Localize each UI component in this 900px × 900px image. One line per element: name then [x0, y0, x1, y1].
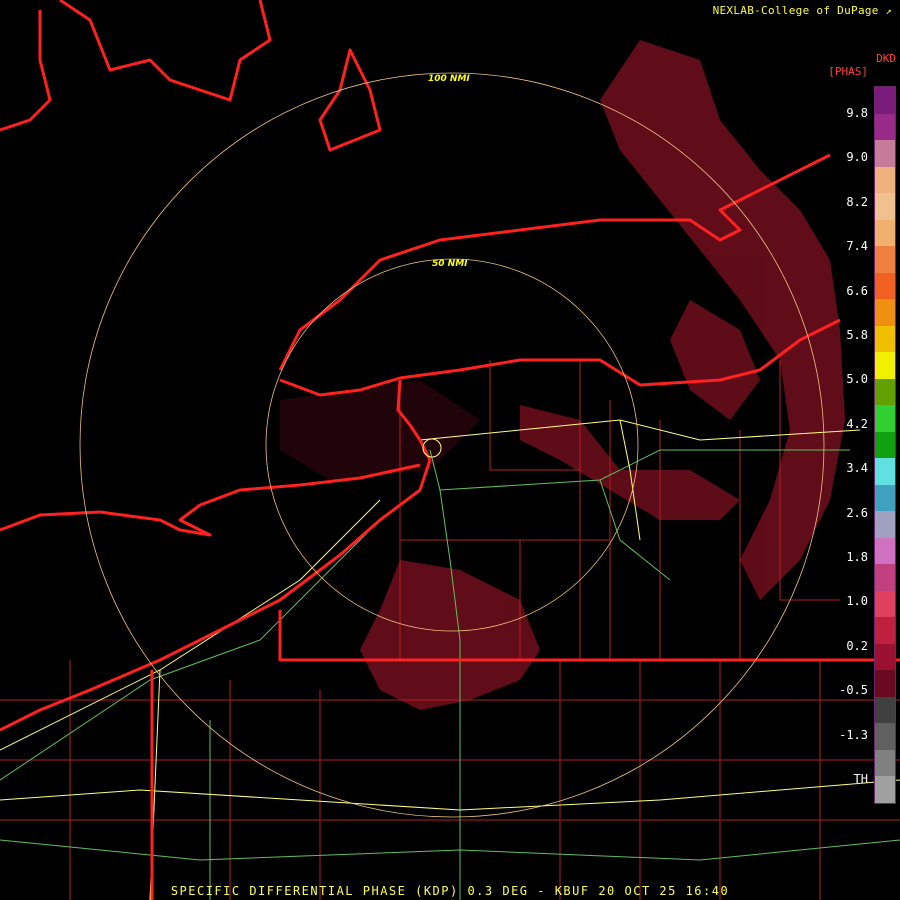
legend-label: 5.0 — [846, 372, 868, 387]
legend-swatch — [875, 431, 895, 459]
legend-label: 1.0 — [846, 594, 868, 609]
canada-north-shore — [0, 0, 272, 132]
echo-cluster-south — [360, 560, 540, 710]
legend-swatch — [875, 643, 895, 671]
legend-label: 8.2 — [846, 194, 868, 209]
legend-label: 6.6 — [846, 283, 868, 298]
product-caption: SPECIFIC DIFFERENTIAL PHASE (KDP) 0.3 DE… — [170, 884, 730, 898]
legend-swatch — [875, 564, 895, 592]
legend-unit: [PHAS] — [828, 65, 868, 78]
legend-label: 0.2 — [846, 638, 868, 653]
legend-label: 3.4 — [846, 461, 868, 476]
legend-swatch — [875, 113, 895, 141]
legend-swatch — [875, 537, 895, 565]
legend-swatch — [875, 87, 895, 114]
legend-swatch — [875, 352, 895, 380]
legend-label: 5.8 — [846, 328, 868, 342]
legend-label: 9.0 — [846, 150, 868, 165]
legend-label: 9.8 — [846, 106, 868, 120]
legend-swatch — [875, 723, 895, 751]
legend-label: 1.8 — [846, 550, 868, 564]
color-scale-bar — [874, 86, 896, 804]
radar-map — [0, 0, 900, 900]
legend-product-code: DKD — [876, 52, 896, 65]
legend-swatch — [875, 299, 895, 327]
legend-swatch — [875, 166, 895, 194]
legend-swatch — [875, 590, 895, 618]
legend-swatch — [875, 749, 895, 777]
legend-swatch — [875, 378, 895, 406]
ring-label-inner: 50 NMI — [432, 259, 468, 269]
legend-swatch — [875, 696, 895, 724]
legend-label: 4.2 — [846, 416, 868, 431]
legend-swatch — [875, 458, 895, 486]
legend-swatch — [875, 325, 895, 353]
nexlab-credit: NEXLAB-College of DuPage ↗ — [713, 4, 892, 17]
legend-label: 2.6 — [846, 505, 868, 520]
legend-swatch — [875, 511, 895, 539]
legend-swatch — [875, 219, 895, 247]
legend-swatch — [875, 670, 895, 698]
legend-label: -0.5 — [839, 683, 868, 698]
legend-swatch — [875, 246, 895, 274]
legend-label: 7.4 — [846, 239, 868, 254]
legend-swatch — [875, 193, 895, 221]
georgian-bay-shore — [318, 48, 382, 152]
legend-label: TH — [853, 772, 868, 786]
credit-text: NEXLAB-College of DuPage — [712, 4, 879, 17]
legend-title: DKD [PHAS] — [828, 52, 896, 78]
external-link-icon[interactable]: ↗ — [886, 6, 892, 17]
echo-band-east — [670, 300, 760, 420]
legend-swatch — [875, 405, 895, 433]
ring-label-outer: 100 NMI — [428, 74, 470, 84]
echo-scatter-lake — [280, 380, 480, 480]
legend-swatch — [875, 617, 895, 645]
legend-swatch — [875, 272, 895, 300]
legend-swatch — [875, 776, 895, 804]
legend-swatch — [875, 140, 895, 168]
legend-label: -1.3 — [839, 727, 868, 742]
radar-viewer: 100 NMI 50 NMI NEXLAB-College of DuPage … — [0, 0, 900, 900]
legend-swatch — [875, 484, 895, 512]
